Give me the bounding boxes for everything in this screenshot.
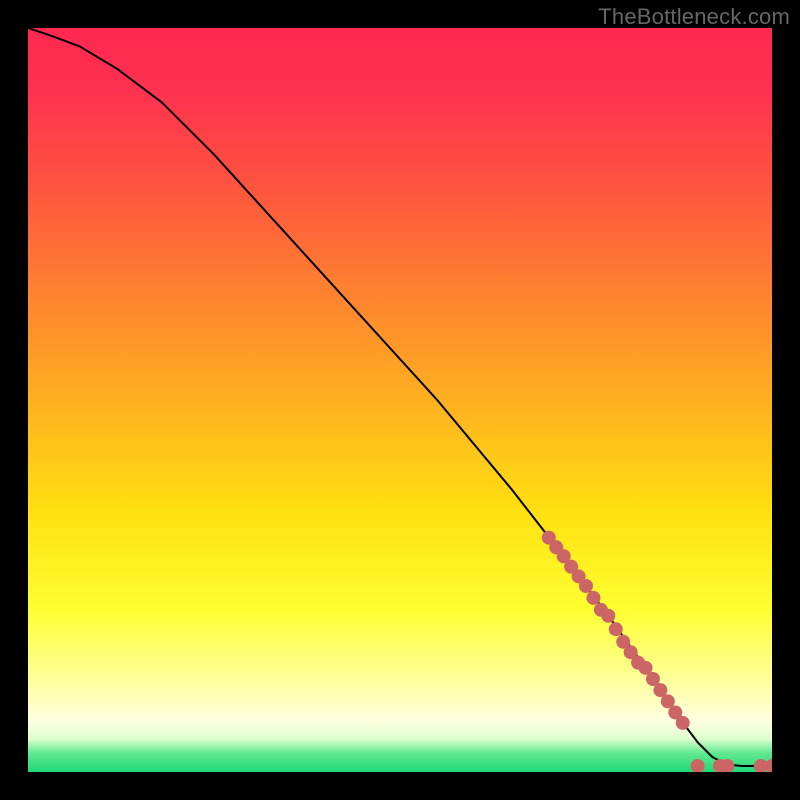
marker-markers-on-curve [676, 716, 690, 730]
marker-markers-on-curve [601, 609, 615, 623]
plot-area [28, 28, 772, 772]
gradient-background [28, 28, 772, 772]
watermark-text: TheBottleneck.com [598, 4, 790, 30]
marker-markers-on-curve [609, 622, 623, 636]
marker-markers-on-curve [586, 591, 600, 605]
chart-frame: TheBottleneck.com [0, 0, 800, 800]
marker-markers-on-curve [579, 579, 593, 593]
chart-svg [28, 28, 772, 772]
